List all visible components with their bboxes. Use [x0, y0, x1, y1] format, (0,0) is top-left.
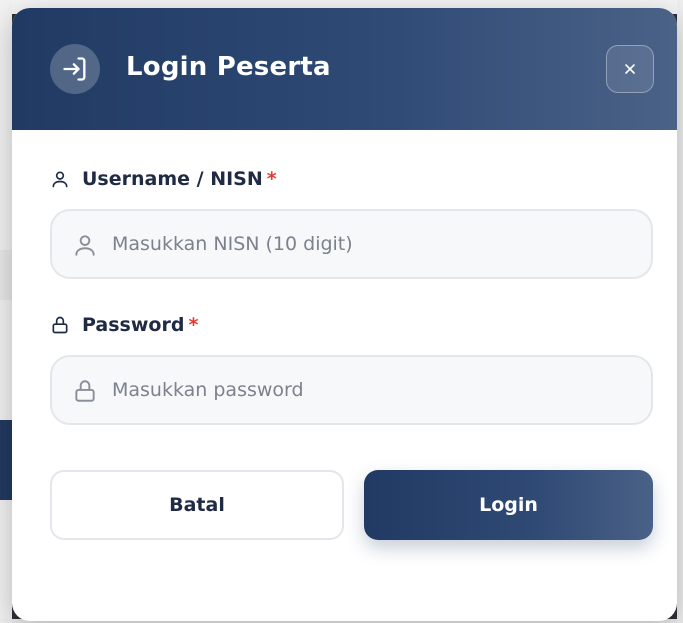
close-icon — [625, 64, 635, 74]
backdrop-fragment — [0, 250, 12, 300]
password-label: Password * — [50, 314, 198, 336]
lock-icon — [75, 380, 95, 402]
username-label: Username / NISN * — [50, 168, 277, 190]
cancel-button[interactable]: Batal — [50, 470, 344, 540]
user-icon — [52, 171, 68, 188]
password-input[interactable] — [112, 357, 632, 423]
modal-title: Login Peserta — [126, 52, 331, 82]
required-mark: * — [188, 314, 199, 336]
lock-icon — [52, 316, 68, 334]
login-modal: Login Peserta Username / NISN* Passwo — [12, 8, 677, 621]
required-mark: * — [266, 168, 277, 190]
user-icon — [75, 235, 95, 256]
login-arrow-icon — [50, 44, 100, 94]
modal-header: Login Peserta — [12, 8, 677, 130]
backdrop-left-strip — [0, 0, 12, 623]
close-button[interactable] — [606, 45, 654, 93]
login-button[interactable]: Login — [364, 470, 653, 540]
password-label-text: Password — [82, 314, 185, 336]
password-field[interactable] — [50, 355, 653, 425]
username-label-text: Username / NISN — [82, 168, 263, 190]
backdrop-fragment — [0, 420, 12, 500]
username-field[interactable] — [50, 209, 653, 279]
backdrop-right-strip — [677, 0, 683, 623]
username-input[interactable] — [112, 211, 632, 277]
